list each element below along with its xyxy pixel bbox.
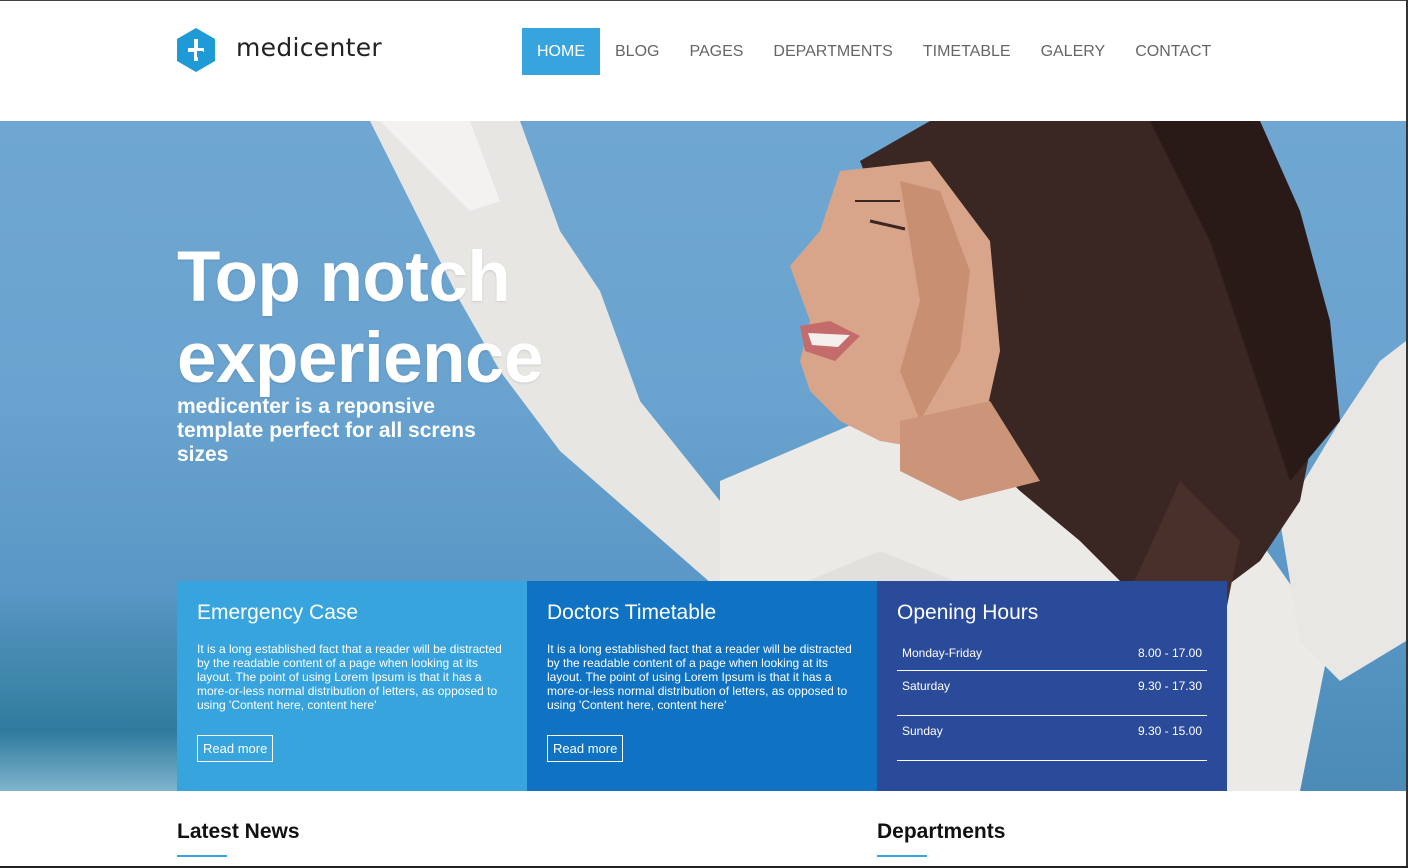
nav-pages[interactable]: PAGES: [674, 28, 758, 75]
nav-home[interactable]: HOME: [522, 28, 600, 75]
hero-title-line1: Top notch: [177, 238, 511, 317]
medical-cross-icon: [177, 28, 215, 72]
hours-time: 9.30 - 17.30: [1137, 679, 1202, 693]
nav-departments[interactable]: DEPARTMENTS: [758, 28, 907, 75]
hours-row: Monday-Friday 8.00 - 17.00: [897, 638, 1207, 671]
doctors-timetable-box: Doctors Timetable It is a long establish…: [527, 581, 877, 791]
opening-hours-title: Opening Hours: [897, 601, 1039, 624]
doctors-timetable-text: It is a long established fact that a rea…: [547, 642, 852, 712]
nav-contact[interactable]: CONTACT: [1120, 28, 1226, 75]
hours-time: 8.00 - 17.00: [1137, 646, 1202, 660]
doctors-timetable-title: Doctors Timetable: [547, 601, 717, 624]
hours-day: Saturday: [902, 679, 951, 693]
main-nav: HOME BLOG PAGES DEPARTMENTS TIMETABLE GA…: [522, 28, 1226, 75]
hero-title: Top notch experience: [177, 237, 544, 399]
nav-timetable[interactable]: TIMETABLE: [908, 28, 1026, 75]
departments-underline: [877, 855, 927, 857]
latest-news-underline: [177, 855, 227, 857]
opening-hours-box: Opening Hours Monday-Friday 8.00 - 17.00…: [877, 581, 1227, 791]
departments-heading: Departments: [877, 820, 1006, 843]
opening-hours-list: Monday-Friday 8.00 - 17.00 Saturday 9.30…: [897, 638, 1207, 761]
emergency-read-more-button[interactable]: Read more: [197, 735, 274, 762]
hero-subtitle: medicenter is a reponsive template perfe…: [177, 395, 476, 466]
hours-day: Monday-Friday: [902, 646, 983, 660]
emergency-case-text: It is a long established fact that a rea…: [197, 642, 502, 712]
logo[interactable]: medicenter: [177, 28, 382, 72]
emergency-case-title: Emergency Case: [197, 601, 359, 624]
nav-galery[interactable]: GALERY: [1026, 28, 1121, 75]
brand-name: medicenter: [236, 32, 382, 62]
hours-time: 9.30 - 15.00: [1137, 724, 1202, 738]
hours-day: Sunday: [902, 724, 943, 738]
latest-news-heading: Latest News: [177, 820, 300, 843]
hours-row: Saturday 9.30 - 17.30: [897, 671, 1207, 716]
timetable-read-more-button[interactable]: Read more: [547, 735, 624, 762]
site-header: medicenter HOME BLOG PAGES DEPARTMENTS T…: [0, 1, 1406, 121]
hero-title-line2: experience: [177, 319, 544, 398]
hours-row: Sunday 9.30 - 15.00: [897, 716, 1207, 761]
emergency-case-box: Emergency Case It is a long established …: [177, 581, 527, 791]
nav-blog[interactable]: BLOG: [600, 28, 674, 75]
